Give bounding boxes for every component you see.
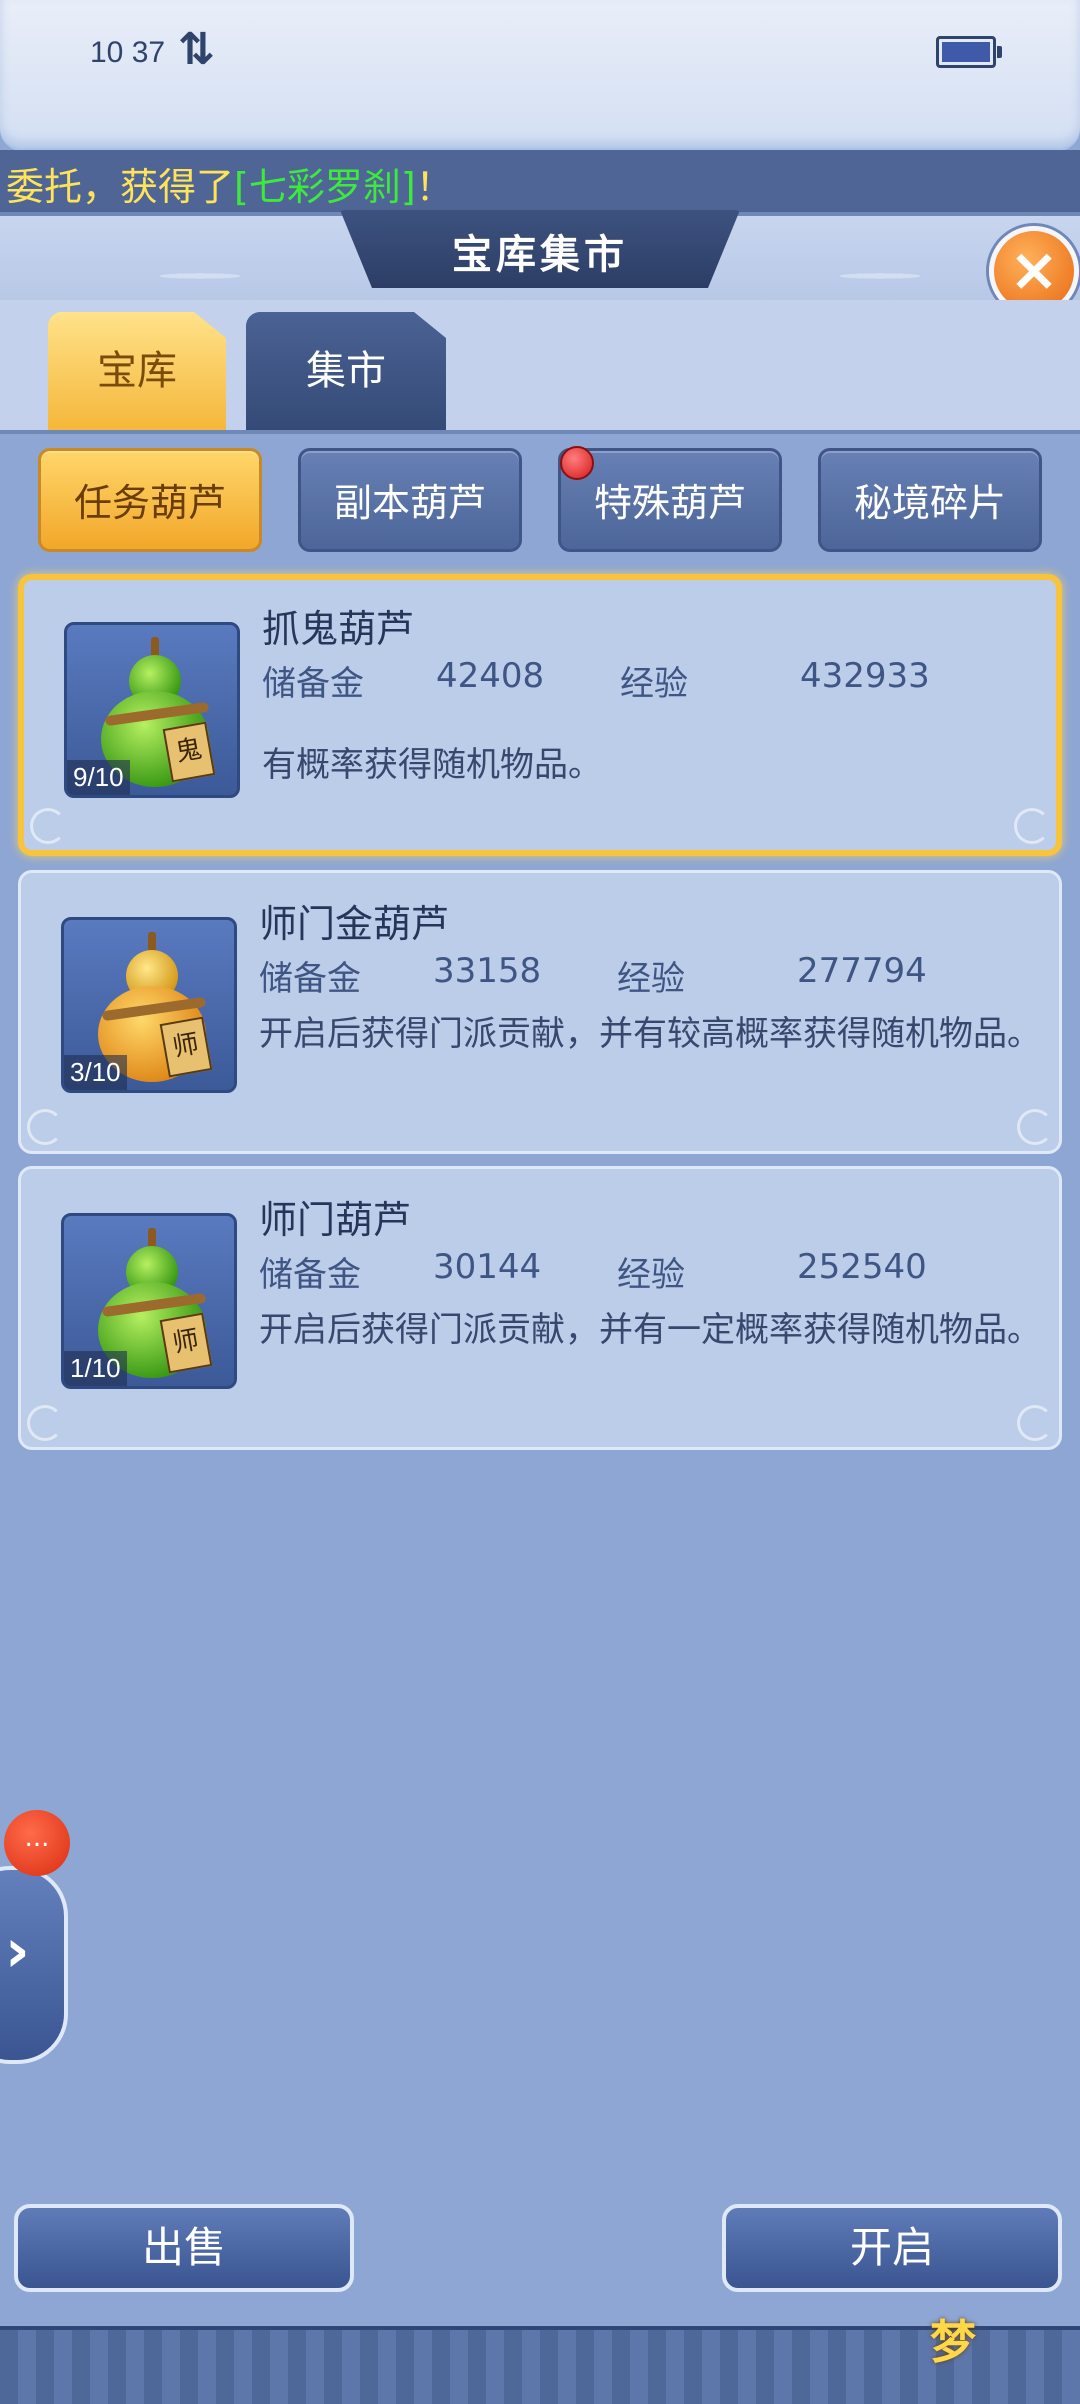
corner-ornament xyxy=(1017,1405,1053,1441)
gourd-tag: 师 xyxy=(159,1312,213,1374)
system-marquee: 委托，获得了[七彩罗刹]！ xyxy=(0,150,1080,215)
more-badge[interactable]: ... xyxy=(4,1810,70,1876)
item-name: 师门金葫芦 xyxy=(259,902,450,946)
item-name: 师门葫芦 xyxy=(259,1198,412,1242)
item-card-sect-gold-gourd[interactable]: 师 3/10 师门金葫芦 储备金 33158 经验 277794 开启后获得门派… xyxy=(18,870,1062,1154)
exp-label: 经验 xyxy=(617,959,685,999)
exp-label: 经验 xyxy=(620,664,688,704)
tab-treasury[interactable]: 宝库 xyxy=(48,312,226,430)
subtab-secret-fragments[interactable]: 秘境碎片 xyxy=(818,448,1042,552)
page-title: 宝库集市 xyxy=(452,232,628,278)
gourd-icon: 师 1/10 xyxy=(61,1213,237,1389)
marquee-item-name: [七彩罗刹] xyxy=(234,165,416,209)
open-button[interactable]: 开启 xyxy=(722,2204,1062,2292)
reserve-value: 30144 xyxy=(433,1247,542,1287)
status-bar: 10 37 ⇅ xyxy=(0,0,1080,151)
item-count: 9/10 xyxy=(67,760,130,795)
reserve-label: 储备金 xyxy=(262,664,364,704)
item-description: 开启后获得门派贡献，并有一定概率获得随机物品。 xyxy=(259,1310,1041,1350)
reserve-label: 储备金 xyxy=(259,959,361,999)
corner-ornament xyxy=(30,808,66,844)
sell-button[interactable]: 出售 xyxy=(14,2204,354,2292)
chevron-right-icon[interactable]: › xyxy=(5,1916,30,1986)
exp-value: 252540 xyxy=(797,1247,927,1287)
gourd-tag: 鬼 xyxy=(162,721,216,783)
exp-value: 277794 xyxy=(797,951,927,991)
data-transfer-arrows-icon: ⇅ xyxy=(178,24,215,75)
marquee-text: 委托，获得了[七彩罗刹]！ xyxy=(6,156,454,211)
item-description: 有概率获得随机物品。 xyxy=(262,745,602,785)
item-count: 1/10 xyxy=(64,1351,127,1386)
bottom-decor-strip xyxy=(0,2326,1080,2404)
gourd-icon: 师 3/10 xyxy=(61,917,237,1093)
notification-dot xyxy=(560,446,594,480)
marquee-prefix: 委托，获得了 xyxy=(6,165,235,209)
reserve-value: 42408 xyxy=(436,656,545,696)
tab-market[interactable]: 集市 xyxy=(246,312,446,430)
subtab-task-gourd[interactable]: 任务葫芦 xyxy=(38,448,262,552)
corner-ornament xyxy=(1014,808,1050,844)
exp-value: 432933 xyxy=(800,656,930,696)
exp-label: 经验 xyxy=(617,1255,685,1295)
corner-ornament xyxy=(27,1405,63,1441)
gourd-tag: 师 xyxy=(159,1016,213,1078)
gourd-icon: 鬼 9/10 xyxy=(64,622,240,798)
item-card-ghost-gourd[interactable]: 鬼 9/10 抓鬼葫芦 储备金 42408 经验 432933 有概率获得随机物… xyxy=(18,574,1062,856)
battery-icon xyxy=(936,36,1002,68)
item-name: 抓鬼葫芦 xyxy=(262,607,415,651)
reserve-label: 储备金 xyxy=(259,1255,361,1295)
item-card-sect-gourd[interactable]: 师 1/10 师门葫芦 储备金 30144 经验 252540 开启后获得门派贡… xyxy=(18,1166,1062,1450)
item-description: 开启后获得门派贡献，并有较高概率获得随机物品。 xyxy=(259,1014,1041,1054)
marquee-suffix: ！ xyxy=(415,165,454,209)
status-time: 10 37 xyxy=(90,36,166,69)
corner-ornament xyxy=(1017,1109,1053,1145)
corner-ornament xyxy=(27,1109,63,1145)
item-count: 3/10 xyxy=(64,1055,127,1090)
reserve-value: 33158 xyxy=(433,951,542,991)
game-logo-watermark: 梦 xyxy=(930,2315,976,2369)
subtab-dungeon-gourd[interactable]: 副本葫芦 xyxy=(298,448,522,552)
close-icon: × xyxy=(1008,235,1060,305)
